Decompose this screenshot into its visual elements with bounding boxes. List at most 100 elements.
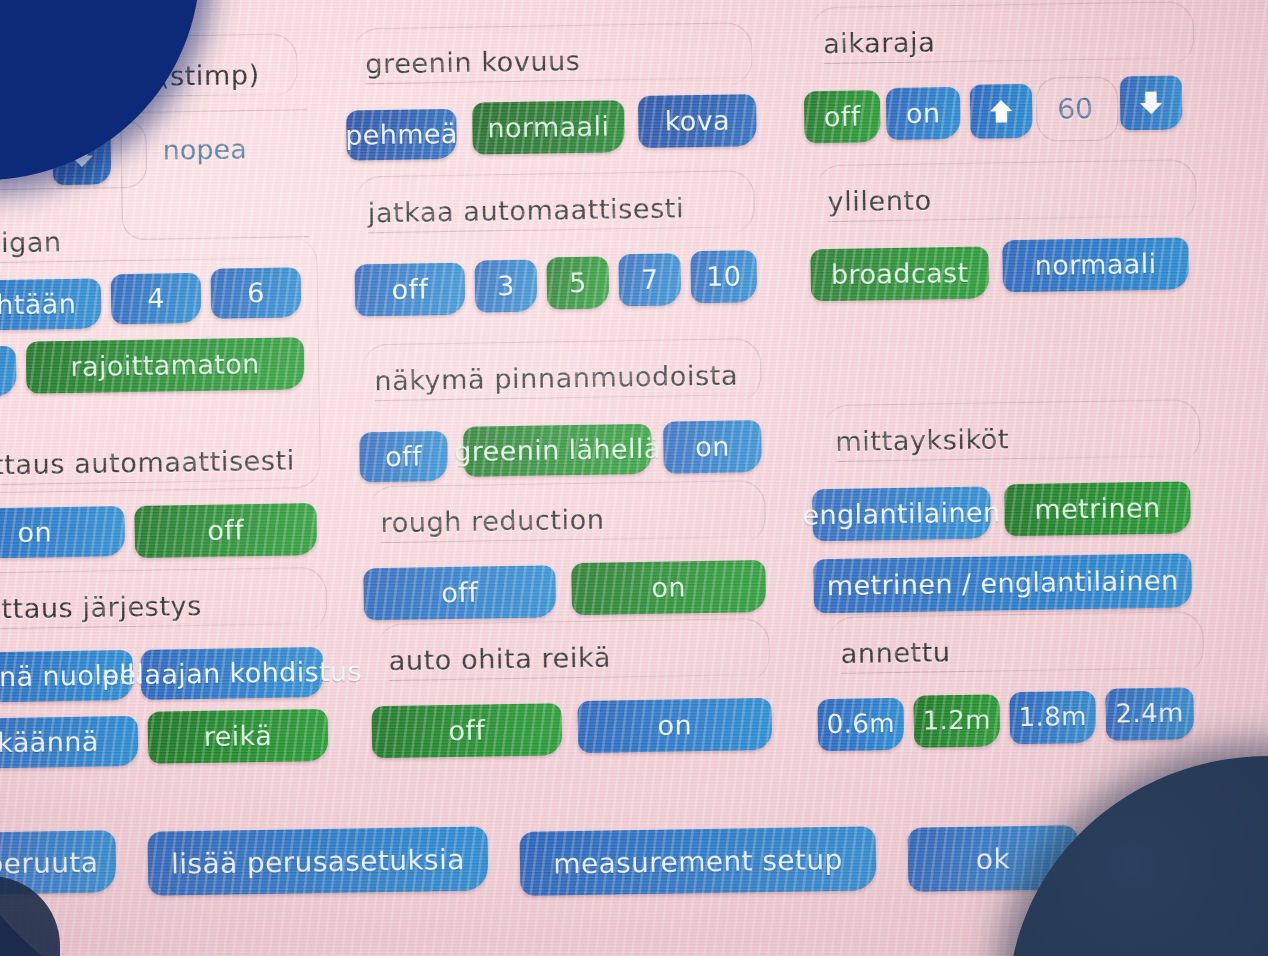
- putt-order-option-pelaajan-kohdistus[interactable]: pelaajan kohdistus: [102, 647, 362, 700]
- time-limit-decrease-button[interactable]: [1119, 75, 1183, 131]
- group-contour-view: näkymä pinnanmuodoista: [374, 360, 765, 402]
- putt-order-option-kaanna[interactable]: käännä: [0, 715, 139, 769]
- measurement-setup-button[interactable]: measurement setup: [519, 826, 877, 896]
- units-option-metrinen-englantilainen[interactable]: metrinen / englantilainen: [813, 553, 1193, 614]
- auto-putt-option-on[interactable]: on: [0, 506, 126, 559]
- measurement-setup-label: measurement setup: [553, 842, 843, 880]
- group-mulligan: mulligan: [0, 223, 300, 264]
- group-units: mittayksiköt: [835, 421, 1188, 462]
- green-speed-hint-well: [120, 109, 310, 241]
- group-auto-skip-hole: auto ohita reikä: [389, 640, 770, 681]
- rough-reduction-option-off[interactable]: off: [363, 565, 557, 621]
- group-green-speed: greenin nopeus (stimp): [0, 59, 298, 101]
- overflight-option-normaali[interactable]: normaali: [1002, 237, 1190, 293]
- gimme-option-label: 2.4m: [1115, 698, 1185, 730]
- green-speed-decrease-button[interactable]: [52, 126, 112, 186]
- time-limit-option-off[interactable]: off: [803, 90, 881, 144]
- time-limit-option-label: on: [905, 97, 941, 130]
- group-overflight: ylilento: [827, 181, 1184, 223]
- group-auto-skip-hole-title: auto ohita reikä: [388, 642, 612, 677]
- auto-continue-option-3[interactable]: 3: [474, 259, 538, 313]
- group-putt-order-title: puttaus järjestys: [0, 590, 203, 626]
- group-auto-putt: puttaus automaattisesti: [0, 445, 314, 486]
- gimme-option-1-8m[interactable]: 1.8m: [1009, 690, 1097, 745]
- putt-order-option-reika[interactable]: reikä: [147, 708, 329, 764]
- units-option-englantilainen[interactable]: englantilainen: [802, 486, 1001, 542]
- overflight-option-broadcast[interactable]: broadcast: [810, 246, 990, 302]
- green-firmness-option-normaali[interactable]: normaali: [472, 100, 625, 155]
- touchscreen-photo: vakioasetukset greenin nopeus (stimp) 10…: [0, 0, 1268, 956]
- green-firmness-option-label: kova: [664, 105, 731, 138]
- group-green-speed-title: greenin nopeus (stimp): [0, 59, 260, 97]
- cancel-button[interactable]: peruuta: [0, 830, 117, 895]
- mulligan-option-4[interactable]: 4: [110, 272, 202, 325]
- rough-reduction-option-on[interactable]: on: [571, 560, 767, 616]
- putt-order-option-label: käännä: [0, 726, 99, 759]
- gimme-option-label: 0.6m: [826, 709, 896, 741]
- group-gimme: annettu: [840, 633, 1191, 674]
- auto-skip-hole-option-label: on: [657, 709, 693, 742]
- auto-continue-option-label: 3: [496, 270, 515, 302]
- auto-continue-option-10[interactable]: 10: [690, 250, 758, 304]
- time-limit-option-on[interactable]: on: [885, 86, 961, 141]
- more-basic-settings-button[interactable]: lisää perusasetuksia: [147, 826, 489, 896]
- gimme-option-2-4m[interactable]: 2.4m: [1105, 687, 1195, 741]
- group-contour-view-title: näkymä pinnanmuodoista: [374, 360, 739, 398]
- auto-continue-option-label: off: [391, 273, 429, 306]
- group-overflight-title: ylilento: [827, 185, 932, 219]
- mulligan-option-ei-yhtaan[interactable]: ei yhtään: [0, 278, 102, 332]
- gimme-option-label: 1.8m: [1018, 702, 1088, 734]
- time-limit-increase-button[interactable]: [969, 83, 1033, 139]
- group-rough-reduction: rough reduction: [380, 502, 765, 544]
- gimme-option-0-6m[interactable]: 0.6m: [817, 697, 905, 752]
- contour-view-option-on[interactable]: on: [663, 420, 762, 474]
- green-firmness-option-label: normaali: [487, 110, 610, 144]
- group-auto-continue-title: jatkaa automaattisesti: [367, 193, 685, 230]
- rough-reduction-option-label: off: [441, 577, 479, 609]
- group-mulligan-title: mulligan: [0, 227, 62, 260]
- ok-button[interactable]: ok: [907, 825, 1079, 892]
- auto-putt-option-off[interactable]: off: [134, 503, 318, 558]
- mulligan-option-label: ei yhtään: [0, 288, 77, 321]
- mulligan-option-rajoittamaton[interactable]: rajoittamaton: [25, 337, 305, 394]
- auto-continue-option-7[interactable]: 7: [618, 253, 682, 307]
- units-option-label: metrinen: [1034, 492, 1161, 526]
- mulligan-option-10[interactable]: 10: [0, 345, 17, 398]
- contour-view-option-off[interactable]: off: [359, 431, 448, 483]
- group-mulligan-rule: [0, 257, 299, 264]
- ok-button-label: ok: [975, 841, 1011, 876]
- auto-continue-option-label: 7: [640, 264, 659, 296]
- auto-skip-hole-option-off[interactable]: off: [371, 703, 563, 759]
- gimme-option-label: 1.2m: [922, 705, 992, 737]
- rough-reduction-option-label: on: [651, 571, 687, 604]
- green-speed-hint: nopea: [162, 134, 247, 167]
- contour-view-option-label: off: [384, 440, 423, 473]
- putt-order-option-label: reikä: [203, 720, 273, 753]
- arrow-down-icon: [70, 144, 94, 167]
- contour-view-option-greenin-lahella[interactable]: greenin lähellä: [454, 423, 661, 477]
- contour-view-option-label: greenin lähellä: [454, 433, 661, 468]
- settings-content: vakioasetukset greenin nopeus (stimp) 10…: [0, 0, 1268, 956]
- units-option-label: englantilainen: [802, 496, 1001, 531]
- overflight-option-label: normaali: [1034, 248, 1157, 282]
- mulligan-option-6[interactable]: 6: [210, 267, 302, 319]
- green-firmness-option-label: pehmeä: [344, 118, 459, 152]
- gimme-option-1-2m[interactable]: 1.2m: [913, 694, 1001, 748]
- auto-skip-hole-option-label: off: [448, 714, 486, 747]
- units-option-metrinen[interactable]: metrinen: [1004, 481, 1191, 537]
- auto-putt-option-label: off: [207, 514, 245, 547]
- units-option-label: metrinen / englantilainen: [826, 565, 1179, 602]
- group-gimme-title: annettu: [840, 637, 951, 670]
- group-putt-order: puttaus järjestys: [0, 589, 316, 630]
- green-firmness-option-kova[interactable]: kova: [637, 94, 757, 148]
- group-time-limit-title: aikaraja: [822, 27, 936, 61]
- auto-continue-option-off[interactable]: off: [354, 262, 466, 317]
- auto-continue-option-label: 5: [568, 267, 587, 299]
- auto-continue-option-label: 10: [705, 260, 742, 293]
- auto-continue-option-5[interactable]: 5: [546, 256, 610, 310]
- mulligan-option-label: 4: [147, 282, 166, 315]
- green-firmness-option-pehmea[interactable]: pehmeä: [344, 108, 459, 161]
- group-rough-reduction-title: rough reduction: [380, 504, 605, 540]
- auto-skip-hole-option-on[interactable]: on: [577, 697, 773, 754]
- more-basic-settings-label: lisää perusasetuksia: [170, 842, 465, 880]
